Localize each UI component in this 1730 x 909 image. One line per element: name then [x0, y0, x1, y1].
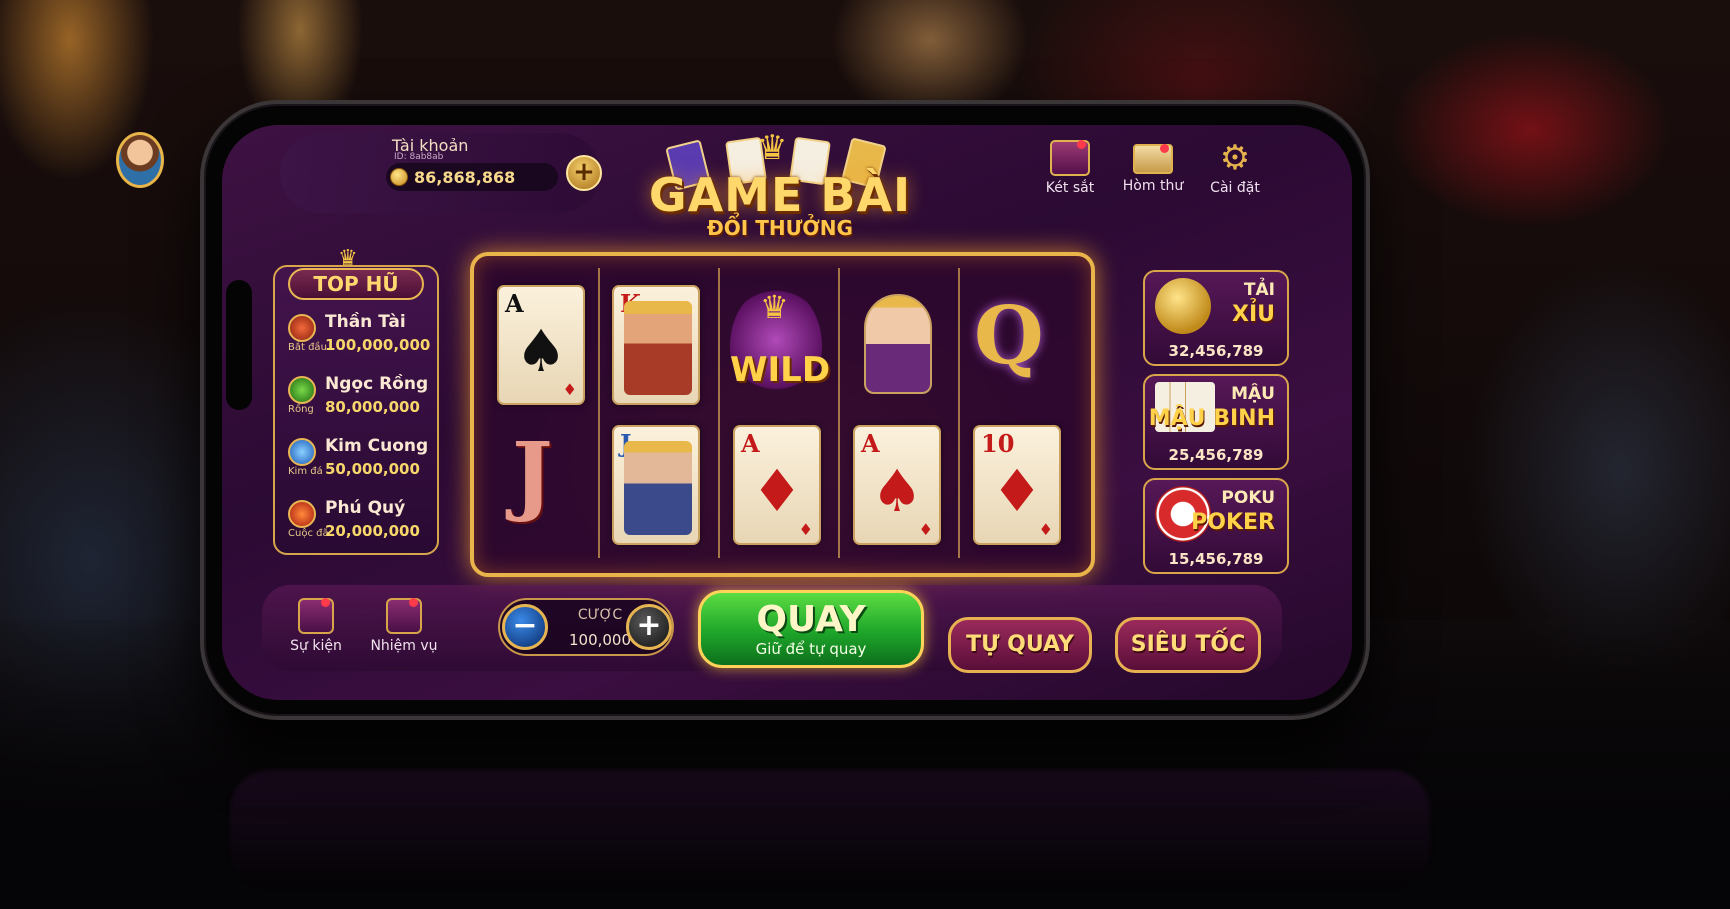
mail-label: Hòm thư — [1122, 178, 1184, 194]
turbo-spin-button[interactable]: SIÊU TỐC — [1115, 617, 1261, 673]
j-symbol: J — [512, 424, 553, 525]
event-label: Sự kiện — [290, 638, 342, 654]
spin-button[interactable]: QUAY Giữ để tự quay — [698, 590, 924, 668]
spin-hint: Giữ để tự quay — [755, 640, 867, 658]
phone-notch — [226, 280, 252, 410]
phone-reflection — [230, 770, 1430, 890]
game-mau-binh[interactable]: MẬU MẬU BINH 25,456,789 — [1143, 374, 1289, 470]
jackpot-gem-icon — [288, 314, 316, 342]
event-icon — [298, 598, 334, 634]
mission-icon — [386, 598, 422, 634]
avatar[interactable] — [116, 132, 164, 188]
safe-icon — [1050, 140, 1090, 176]
settings-label: Cài đặt — [1210, 180, 1260, 196]
auto-spin-button[interactable]: TỰ QUAY — [948, 617, 1092, 673]
event-button[interactable]: Sự kiện — [276, 598, 356, 654]
reel-card-king: K — [612, 285, 700, 405]
bet-decrease-button[interactable]: − — [502, 604, 548, 650]
reel-card-jack: J — [612, 425, 700, 545]
account-id: ID: 8ab8ab — [394, 152, 444, 162]
mail-button[interactable]: Hòm thư — [1113, 140, 1193, 194]
logo-title: GAME BÀI — [648, 168, 912, 222]
reel-card: A ♠ ♦ — [497, 285, 585, 405]
wild-symbol: ♛ WILD — [730, 286, 830, 406]
balance-display: 86,868,868 — [386, 163, 558, 191]
jackpot-gem-icon — [288, 500, 316, 528]
game-tai-xiu[interactable]: TẢI XỈU 32,456,789 — [1143, 270, 1289, 366]
safe-label: Két sắt — [1045, 180, 1095, 196]
reel-card: 10 ♦ ♦ — [973, 425, 1061, 545]
jack-portrait — [624, 441, 692, 535]
game-poker[interactable]: POKU POKER 15,456,789 — [1143, 478, 1289, 574]
settings-button[interactable]: ⚙ Cài đặt — [1195, 140, 1275, 196]
king-portrait — [624, 301, 692, 395]
add-coins-button[interactable]: + — [566, 155, 602, 191]
mission-label: Nhiệm vụ — [370, 638, 438, 654]
reel-card: A ♠ ♦ — [853, 425, 941, 545]
jackpot-title: TOP HŨ — [288, 268, 424, 300]
jackpot-gem-icon — [288, 376, 316, 404]
coin-icon — [390, 168, 408, 186]
q-symbol: Q — [974, 288, 1044, 382]
safe-button[interactable]: Két sắt — [1030, 140, 1110, 196]
gear-icon: ⚙ — [1219, 138, 1251, 178]
queen-symbol — [852, 288, 944, 408]
crown-icon: ♛ — [757, 128, 788, 168]
logo-subtitle: ĐỔI THƯỞNG — [707, 216, 853, 240]
bet-increase-button[interactable]: + — [626, 604, 672, 650]
jackpot-gem-icon — [288, 438, 316, 466]
spin-label: QUAY — [756, 599, 866, 640]
mission-button[interactable]: Nhiệm vụ — [364, 598, 444, 654]
reel-card: A ♦ ♦ — [733, 425, 821, 545]
dice-icon — [1155, 278, 1211, 334]
balance-value: 86,868,868 — [414, 167, 516, 187]
mail-icon — [1133, 144, 1173, 174]
